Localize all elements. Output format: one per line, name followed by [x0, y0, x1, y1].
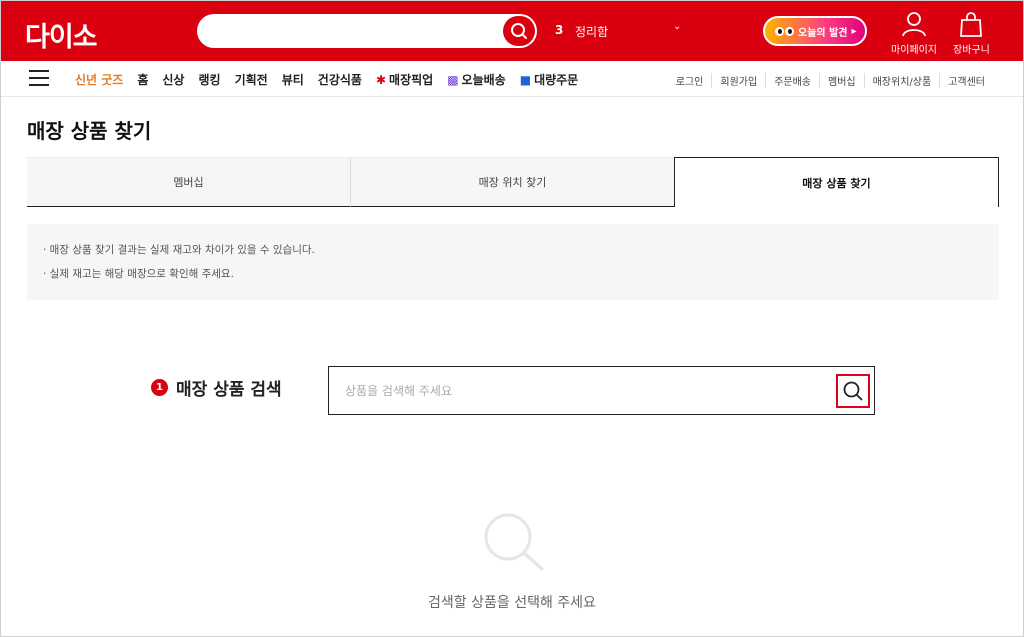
global-search-button[interactable] [503, 16, 535, 46]
nav-item-newyear-goods[interactable]: 신년 굿즈 [75, 71, 123, 88]
menu-icon[interactable] [29, 70, 49, 86]
global-search-bar[interactable] [197, 14, 537, 48]
top-header: 다이소 3 정리함 ⌄ 오늘의 발견 ▸ 마이페이지 장바구니 [1, 1, 1023, 61]
shopping-bag-icon [960, 12, 983, 37]
nav-item-bulk-order[interactable]: ■ 대량주문 [520, 71, 579, 88]
store-product-search-button[interactable] [836, 374, 870, 408]
store-tabs: 멤버십 매장 위치 찾기 매장 상품 찾기 [27, 157, 999, 207]
trending-rank-number: 3 [555, 23, 564, 37]
chevron-down-icon[interactable]: ⌄ [673, 21, 681, 32]
nav-item-home[interactable]: 홈 [137, 71, 148, 88]
order-delivery-link[interactable]: 주문배송 [765, 73, 819, 88]
notice-line: · 실제 재고는 해당 매장으로 확인해 주세요. [43, 268, 234, 280]
triangle-right-icon: ▸ [851, 25, 857, 37]
cart-label: 장바구니 [953, 45, 990, 56]
login-link[interactable]: 로그인 [668, 73, 712, 88]
nav-item-bulk-order-label: 대량주문 [534, 73, 579, 87]
nav-item-promotion[interactable]: 기획전 [235, 71, 268, 88]
main-nav: 신년 굿즈 홈 신상 랭킹 기획전 뷰티 건강식품 ✱ 매장픽업 ▩ 오늘배송 ■ 대… [1, 61, 1023, 97]
user-icon [902, 12, 926, 37]
today-discovery-button[interactable]: 오늘의 발견 ▸ [763, 16, 867, 46]
search-icon [511, 23, 527, 39]
mypage-label: 마이페이지 [891, 45, 937, 56]
runner-icon: ✱ [375, 73, 387, 87]
nav-item-health[interactable]: 건강식품 [318, 71, 362, 88]
delivery-truck-icon: ▩ [447, 73, 459, 87]
customer-center-link[interactable]: 고객센터 [939, 73, 993, 88]
eyes-icon [775, 26, 794, 36]
store-search-label: 매장 상품 검색 [176, 380, 282, 400]
signup-link[interactable]: 회원가입 [711, 73, 765, 88]
store-search-heading: 1 매장 상품 검색 [151, 375, 282, 400]
empty-result-message: 검색할 상품을 선택해 주세요 [428, 595, 596, 611]
mypage-button[interactable]: 마이페이지 [891, 11, 937, 56]
membership-link[interactable]: 멤버십 [819, 73, 864, 88]
nav-categories: 신년 굿즈 홈 신상 랭킹 기획전 뷰티 건강식품 ✱ 매장픽업 ▩ 오늘배송 ■ 대… [75, 71, 578, 88]
today-discovery-label: 오늘의 발견 [798, 27, 848, 39]
nav-item-store-pickup-label: 매장픽업 [389, 73, 434, 87]
daiso-logo[interactable]: 다이소 [25, 15, 98, 54]
magnifier-placeholder-icon [484, 513, 544, 571]
cart-button[interactable]: 장바구니 [953, 11, 990, 56]
notice-line: · 매장 상품 찾기 결과는 실제 재고와 차이가 있을 수 있습니다. [43, 244, 315, 256]
tab-store-product[interactable]: 매장 상품 찾기 [674, 157, 999, 207]
box-icon: ■ [519, 73, 532, 87]
nav-item-store-pickup[interactable]: ✱ 매장픽업 [376, 71, 433, 88]
tab-store-location[interactable]: 매장 위치 찾기 [350, 157, 674, 207]
step-badge: 1 [151, 379, 168, 396]
store-location-link[interactable]: 매장위치/상품 [863, 73, 940, 88]
notice-box: · 매장 상품 찾기 결과는 실제 재고와 차이가 있을 수 있습니다. · 실… [27, 224, 999, 300]
nav-item-today-delivery[interactable]: ▩ 오늘배송 [447, 71, 506, 88]
nav-item-ranking[interactable]: 랭킹 [198, 71, 220, 88]
search-icon [843, 381, 863, 401]
store-product-search-input[interactable] [345, 381, 815, 401]
trending-keyword[interactable]: 정리함 [575, 23, 608, 40]
tab-membership[interactable]: 멤버십 [27, 157, 350, 207]
nav-item-today-delivery-label: 오늘배송 [461, 73, 506, 87]
page-title: 매장 상품 찾기 [27, 119, 152, 143]
utility-links: 로그인 회원가입 주문배송 멤버십 매장위치/상품 고객센터 [668, 73, 993, 88]
nav-item-new[interactable]: 신상 [162, 71, 184, 88]
nav-item-beauty[interactable]: 뷰티 [282, 71, 304, 88]
store-product-search-box [328, 366, 875, 415]
